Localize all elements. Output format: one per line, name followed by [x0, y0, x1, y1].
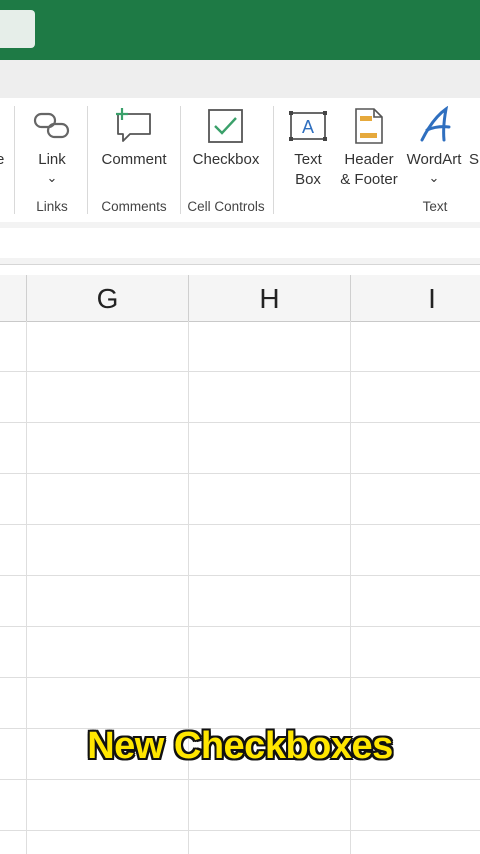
header-footer-label-line2: & Footer: [340, 171, 398, 188]
grid-line: [0, 779, 480, 780]
link-label: Link: [38, 151, 66, 168]
title-bar: [0, 0, 480, 60]
chevron-down-icon[interactable]: ⌄: [402, 168, 466, 188]
ribbon-separator: [87, 106, 88, 214]
ribbon-tab-strip: [0, 60, 480, 100]
group-label-text: Text: [422, 199, 448, 214]
group-label-cell-controls: Cell Controls: [187, 199, 265, 214]
ribbon-separator: [273, 106, 274, 214]
wordart-label: WordArt: [406, 151, 462, 168]
text-box-label-line1: Text: [294, 151, 322, 168]
header-footer-label-line1: Header: [344, 151, 394, 168]
ribbon-separator: [180, 106, 181, 214]
svg-text:A: A: [302, 117, 314, 137]
group-label-comments: Comments: [101, 199, 167, 214]
text-box-icon: A: [289, 111, 327, 141]
text-box-label-line2: Box: [295, 171, 321, 188]
grid-line: [0, 830, 480, 831]
grid-line: [0, 473, 480, 474]
link-icon: [33, 112, 70, 139]
header-footer-icon: [355, 108, 383, 144]
formula-bar: [0, 222, 480, 265]
grid-line: [26, 321, 27, 854]
ribbon-separator: [14, 106, 15, 214]
checkbox-icon: [208, 109, 243, 143]
column-header-row: G H I: [0, 275, 480, 322]
column-header-i[interactable]: I: [351, 275, 480, 321]
group-label-links: Links: [36, 199, 68, 214]
column-header-h[interactable]: H: [189, 275, 350, 321]
partial-ribbon-label: e: [0, 151, 5, 168]
grid-line: [0, 524, 480, 525]
title-box[interactable]: [0, 10, 35, 48]
new-comment-icon: [116, 108, 151, 142]
grid-line: [0, 575, 480, 576]
wordart-icon: [420, 106, 451, 142]
ribbon-insert: e Link ⌄ Links Comment Comments Checkbox…: [0, 98, 480, 223]
formula-input[interactable]: [0, 228, 480, 258]
video-caption: New Checkboxes: [87, 725, 393, 767]
chevron-down-icon[interactable]: ⌄: [22, 168, 82, 188]
grid-line: [0, 371, 480, 372]
grid-line: [188, 321, 189, 854]
checkbox-label: Checkbox: [192, 151, 260, 168]
partial-ribbon-label: Si: [469, 151, 480, 168]
column-header-g[interactable]: G: [27, 275, 188, 321]
grid-line: [0, 626, 480, 627]
comment-label: Comment: [101, 151, 167, 168]
cell-grid[interactable]: [0, 321, 480, 854]
grid-line: [0, 677, 480, 678]
grid-line: [0, 422, 480, 423]
grid-line: [350, 321, 351, 854]
